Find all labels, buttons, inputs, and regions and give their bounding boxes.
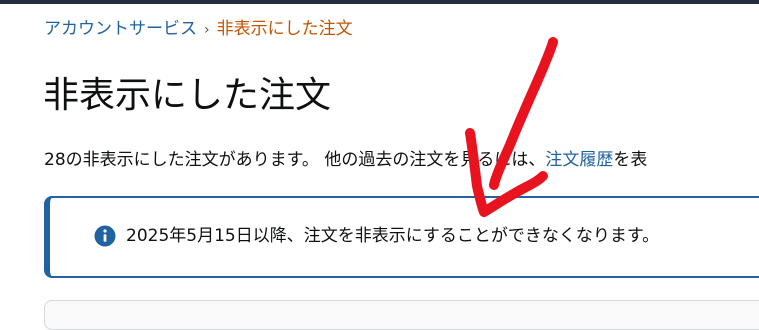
hidden-order-card — [44, 300, 759, 330]
summary-suffix: を表 — [613, 150, 648, 170]
summary-text: 28の非表示にした注文があります。 他の過去の注文を見るには、 — [44, 150, 546, 170]
breadcrumb: アカウントサービス › 非表示にした注文 — [44, 17, 353, 42]
top-navigation-bar — [0, 0, 759, 4]
breadcrumb-account-services-link[interactable]: アカウントサービス — [44, 19, 197, 39]
info-icon — [94, 225, 116, 247]
order-history-link[interactable]: 注文履歴 — [545, 150, 613, 170]
breadcrumb-current: 非表示にした注文 — [216, 19, 353, 39]
info-alert-box: 2025年5月15日以降、注文を非表示にすることができなくなります。 — [44, 196, 759, 278]
page-title: 非表示にした注文 — [43, 75, 332, 116]
alert-message: 2025年5月15日以降、注文を非表示にすることができなくなります。 — [126, 226, 660, 246]
breadcrumb-separator: › — [204, 22, 210, 38]
hidden-orders-summary: 28の非表示にした注文があります。 他の過去の注文を見るには、注文履歴を表 — [44, 148, 647, 172]
